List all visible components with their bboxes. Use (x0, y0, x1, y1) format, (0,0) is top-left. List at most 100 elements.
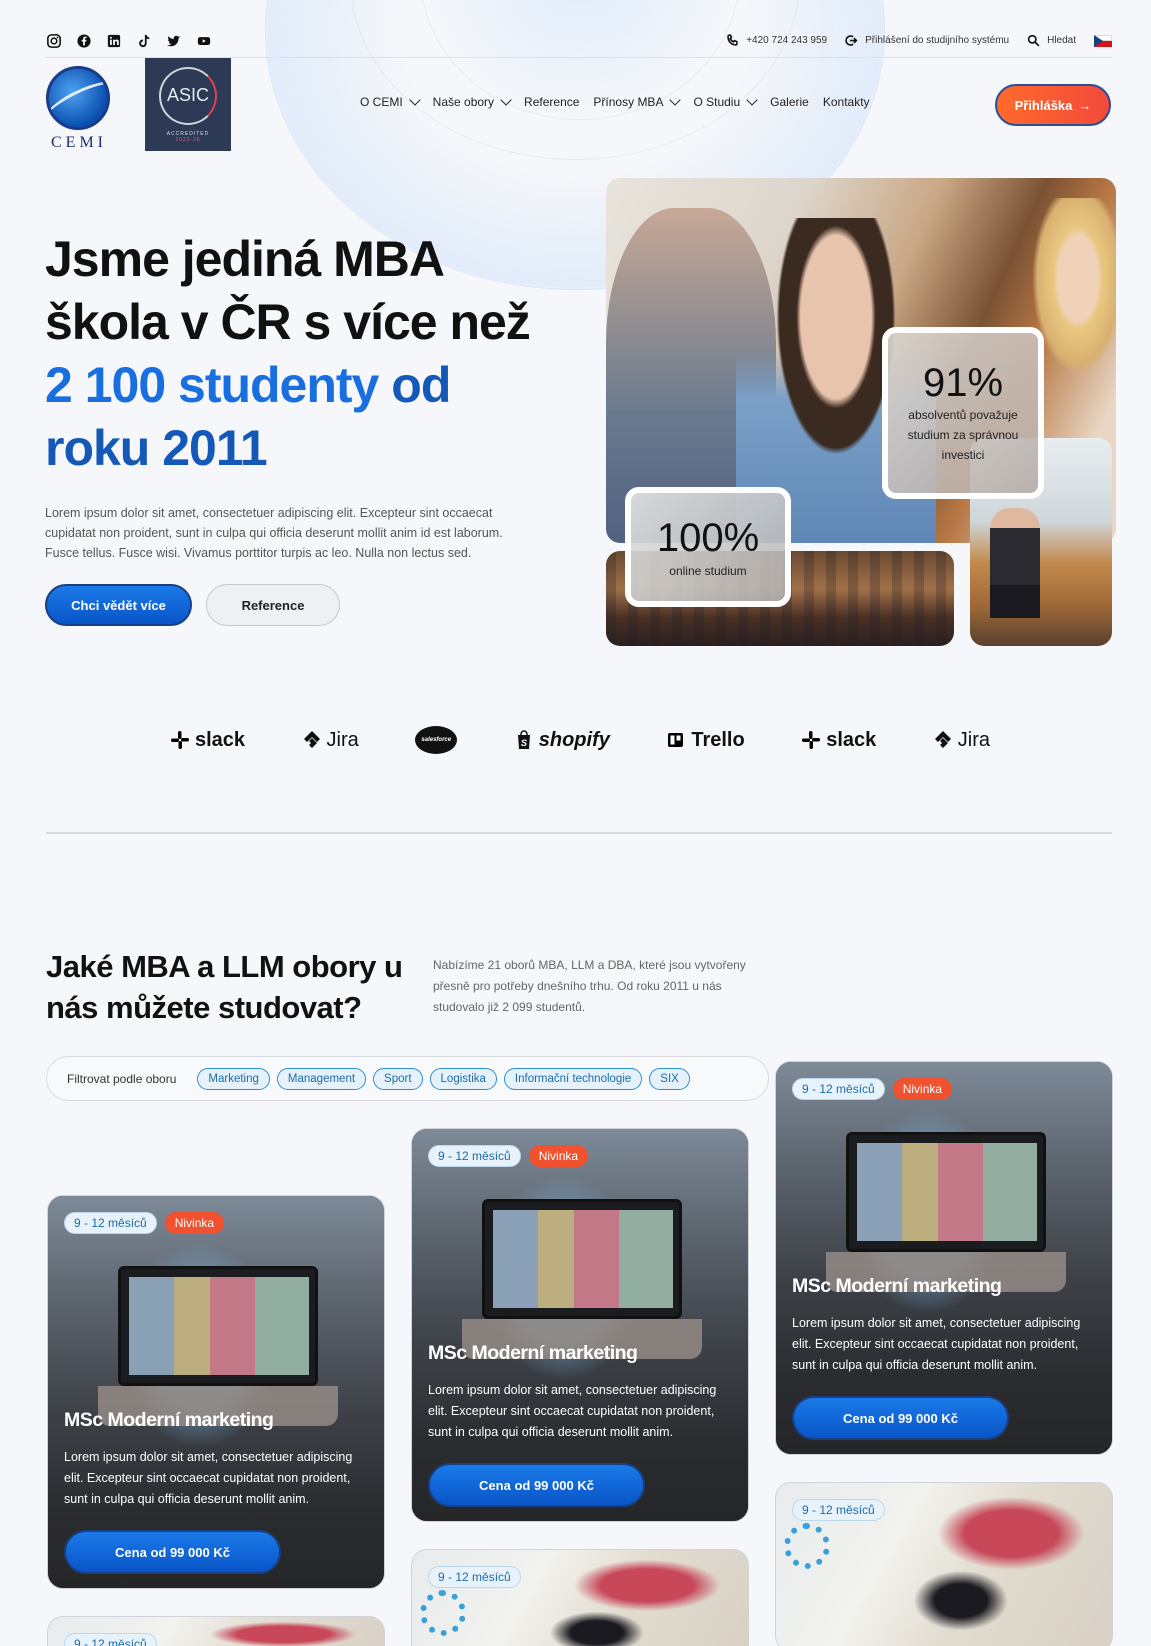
program-card[interactable]: 9 - 12 měsíců Nivinka MSc Moderní market… (47, 1195, 385, 1589)
filter-chip-management[interactable]: Management (276, 1067, 367, 1090)
program-card-description: Lorem ipsum dolor sit amet, consectetuer… (428, 1383, 717, 1439)
youtube-icon[interactable] (196, 33, 212, 49)
new-badge: Nivinka (528, 1145, 589, 1167)
program-card[interactable]: 9 - 12 měsíců Nivinka MSc Moderní market… (775, 1061, 1113, 1455)
trello-logo: Trello (666, 728, 745, 752)
program-card-description: Lorem ipsum dolor sit amet, consectetuer… (64, 1450, 353, 1506)
program-card[interactable]: 9 - 12 měsíců Nivinka MSc Moderní market… (411, 1128, 749, 1522)
chevron-down-icon (409, 94, 421, 106)
duration-badge: 9 - 12 měsíců (64, 1633, 157, 1646)
asic-years: 2023-26 (175, 136, 201, 143)
learn-more-button[interactable]: Chci vědět více (45, 584, 192, 626)
nav-item-kontakty[interactable]: Kontakty (823, 95, 870, 109)
search-label: Hledat (1047, 35, 1076, 46)
apply-label: Přihláška (1014, 97, 1073, 113)
brand-name: Jira (326, 728, 359, 751)
slack-icon (171, 731, 189, 749)
duration-badge: 9 - 12 měsíců (428, 1566, 521, 1588)
jira-logo: Jira (933, 729, 990, 752)
program-card-description: Lorem ipsum dolor sit amet, consectetuer… (792, 1316, 1081, 1372)
nav-item-reference[interactable]: Reference (524, 95, 579, 109)
phone-link[interactable]: +420 724 243 959 (726, 34, 827, 47)
apply-button[interactable]: Přihláška → (995, 84, 1111, 126)
top-bar: +420 724 243 959 Přihlášení do studijníh… (46, 24, 1112, 58)
filter-chip-logistika[interactable]: Logistika (429, 1067, 497, 1090)
section-divider (46, 832, 1112, 834)
filter-chip-sport[interactable]: Sport (373, 1067, 423, 1090)
duration-badge: 9 - 12 měsíců (792, 1499, 885, 1521)
filter-chip-marketing[interactable]: Marketing (197, 1067, 270, 1090)
logo-text: CEMI (51, 134, 107, 151)
program-filter: Filtrovat podle oboru Marketing Manageme… (46, 1056, 769, 1101)
asic-text: ASIC (166, 85, 209, 105)
shopify-logo: S shopify (514, 729, 610, 752)
hero-title-text: Jsme jediná MBA škola v ČR s více než (45, 231, 531, 350)
social-links (46, 28, 212, 54)
price-button[interactable]: Cena od 99 000 Kč (792, 1396, 1009, 1440)
linkedin-icon[interactable] (106, 33, 122, 49)
slack-logo: slack (170, 729, 245, 752)
nav-item-nase-obory[interactable]: Naše obory (432, 94, 512, 109)
price-button[interactable]: Cena od 99 000 Kč (428, 1463, 645, 1507)
slack-icon (802, 731, 821, 749)
top-links: +420 724 243 959 Přihlášení do studijníh… (726, 28, 1112, 54)
reference-button[interactable]: Reference (206, 584, 340, 626)
cemi-logo[interactable]: CEMI (44, 62, 114, 154)
brand-name: Trello (691, 728, 745, 751)
price-button[interactable]: Cena od 99 000 Kč (64, 1530, 281, 1574)
brand-name: Jira (957, 728, 990, 751)
arrow-right-icon: → (1078, 97, 1092, 113)
asic-accreditation-badge: ASIC ACCREDITED 2023-26 (145, 58, 231, 151)
nav-item-o-studiu[interactable]: O Studiu (693, 94, 758, 109)
jira-icon (934, 731, 951, 748)
twitter-icon[interactable] (166, 33, 182, 49)
nav-label: Naše obory (432, 95, 495, 109)
login-label: Přihlášení do studijního systému (865, 35, 1010, 46)
nav-item-galerie[interactable]: Galerie (770, 95, 809, 109)
instagram-icon[interactable] (46, 33, 62, 49)
login-link[interactable]: Přihlášení do studijního systému (845, 34, 1009, 47)
tiktok-icon[interactable] (136, 33, 152, 49)
nav-item-o-cemi[interactable]: O CEMI (360, 94, 421, 109)
trello-icon (668, 733, 684, 747)
facebook-icon[interactable] (76, 33, 92, 49)
slack-logo: slack (801, 729, 876, 752)
stat-label: absolventů považuje studium za správnou … (907, 408, 1019, 462)
language-switch[interactable] (1094, 34, 1112, 47)
nav-label: O Studiu (693, 95, 741, 109)
hero-title: Jsme jediná MBA škola v ČR s více než 2 … (45, 228, 545, 480)
search-icon (1027, 34, 1040, 47)
programs-title: Jaké MBA a LLM obory u nás můžete studov… (46, 949, 403, 1025)
chevron-down-icon (669, 94, 682, 106)
program-card-title: MSc Moderní marketing (792, 1275, 1002, 1297)
nav-label: Přínosy MBA (593, 95, 664, 109)
stat-value: 100% (656, 516, 760, 560)
nav-item-prinosy-mba[interactable]: Přínosy MBA (593, 94, 682, 109)
search-link[interactable]: Hledat (1027, 34, 1076, 47)
shopify-bag-icon: S (517, 730, 530, 749)
program-card[interactable]: 9 - 12 měsíců (775, 1482, 1113, 1646)
filter-chip-six[interactable]: SIX (649, 1067, 690, 1090)
nav-label: O CEMI (360, 95, 403, 109)
globe-logo-icon (46, 66, 110, 130)
nav-label: Galerie (770, 95, 809, 109)
program-card[interactable]: 9 - 12 měsíců (47, 1616, 385, 1646)
jira-logo: Jira (302, 729, 359, 752)
chevron-down-icon (500, 94, 512, 106)
program-card-image (420, 1590, 466, 1636)
stat-card-online: 100% online studium (625, 487, 791, 607)
filter-chip-it[interactable]: Informační technologie (503, 1067, 643, 1090)
duration-badge: 9 - 12 měsíců (792, 1078, 885, 1100)
salesforce-logo: salesforce (415, 726, 458, 754)
program-card[interactable]: 9 - 12 měsíců (411, 1549, 749, 1646)
login-icon (845, 35, 858, 46)
program-card-title: MSc Moderní marketing (64, 1409, 274, 1431)
salesforce-icon: salesforce (415, 726, 458, 754)
brand-name: slack (195, 728, 246, 751)
stat-card-investment: 91% absolventů považuje studium za správ… (882, 327, 1044, 499)
main-nav: O CEMI Naše obory Reference Přínosy MBA … (360, 94, 870, 109)
duration-badge: 9 - 12 měsíců (428, 1145, 521, 1167)
czech-flag-icon (1094, 34, 1112, 47)
filter-label: Filtrovat podle oboru (67, 1071, 177, 1086)
program-card-image (784, 1523, 830, 1569)
